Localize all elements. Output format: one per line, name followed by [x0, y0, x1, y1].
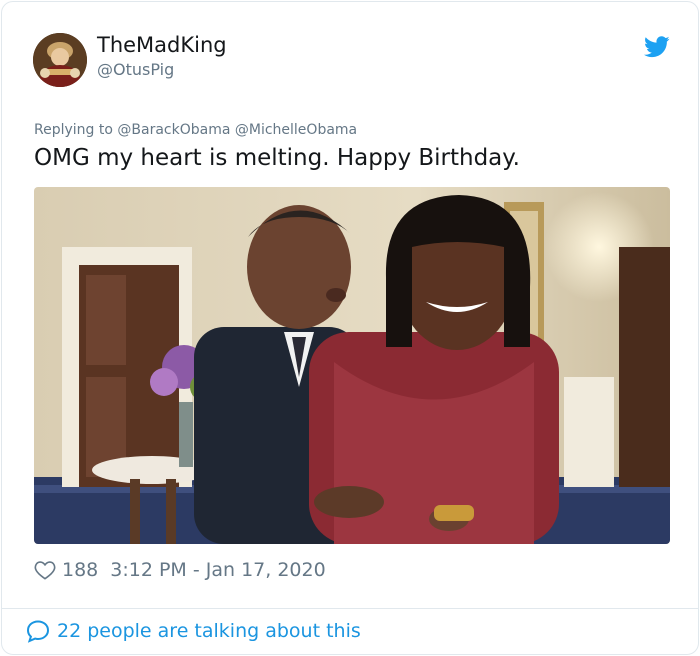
- mention-link[interactable]: @MichelleObama: [235, 122, 357, 138]
- mention-link[interactable]: @BarackObama: [117, 122, 230, 138]
- profile-avatar[interactable]: [33, 33, 87, 87]
- tweet-text: OMG my heart is melting. Happy Birthday.: [34, 145, 520, 171]
- twitter-bird-icon[interactable]: [644, 36, 670, 58]
- speech-bubble-icon: [26, 620, 50, 643]
- tweet-meta: 188 3:12 PM - Jan 17, 2020: [34, 557, 326, 583]
- display-name[interactable]: TheMadKing: [97, 33, 227, 57]
- heart-icon[interactable]: [34, 560, 56, 580]
- embedded-photo[interactable]: [34, 187, 670, 544]
- tweet-card: TheMadKing @OtusPig Replying to @BarackO…: [1, 1, 699, 655]
- like-count[interactable]: 188: [62, 559, 98, 581]
- replying-to: Replying to @BarackObama @MichelleObama: [34, 122, 357, 138]
- replying-prefix: Replying to: [34, 122, 113, 138]
- talking-link[interactable]: 22 people are talking about this: [26, 619, 361, 643]
- user-handle[interactable]: @OtusPig: [97, 60, 174, 79]
- tweet-timestamp[interactable]: 3:12 PM - Jan 17, 2020: [110, 559, 325, 581]
- talking-text[interactable]: 22 people are talking about this: [57, 620, 361, 642]
- divider: [2, 608, 698, 609]
